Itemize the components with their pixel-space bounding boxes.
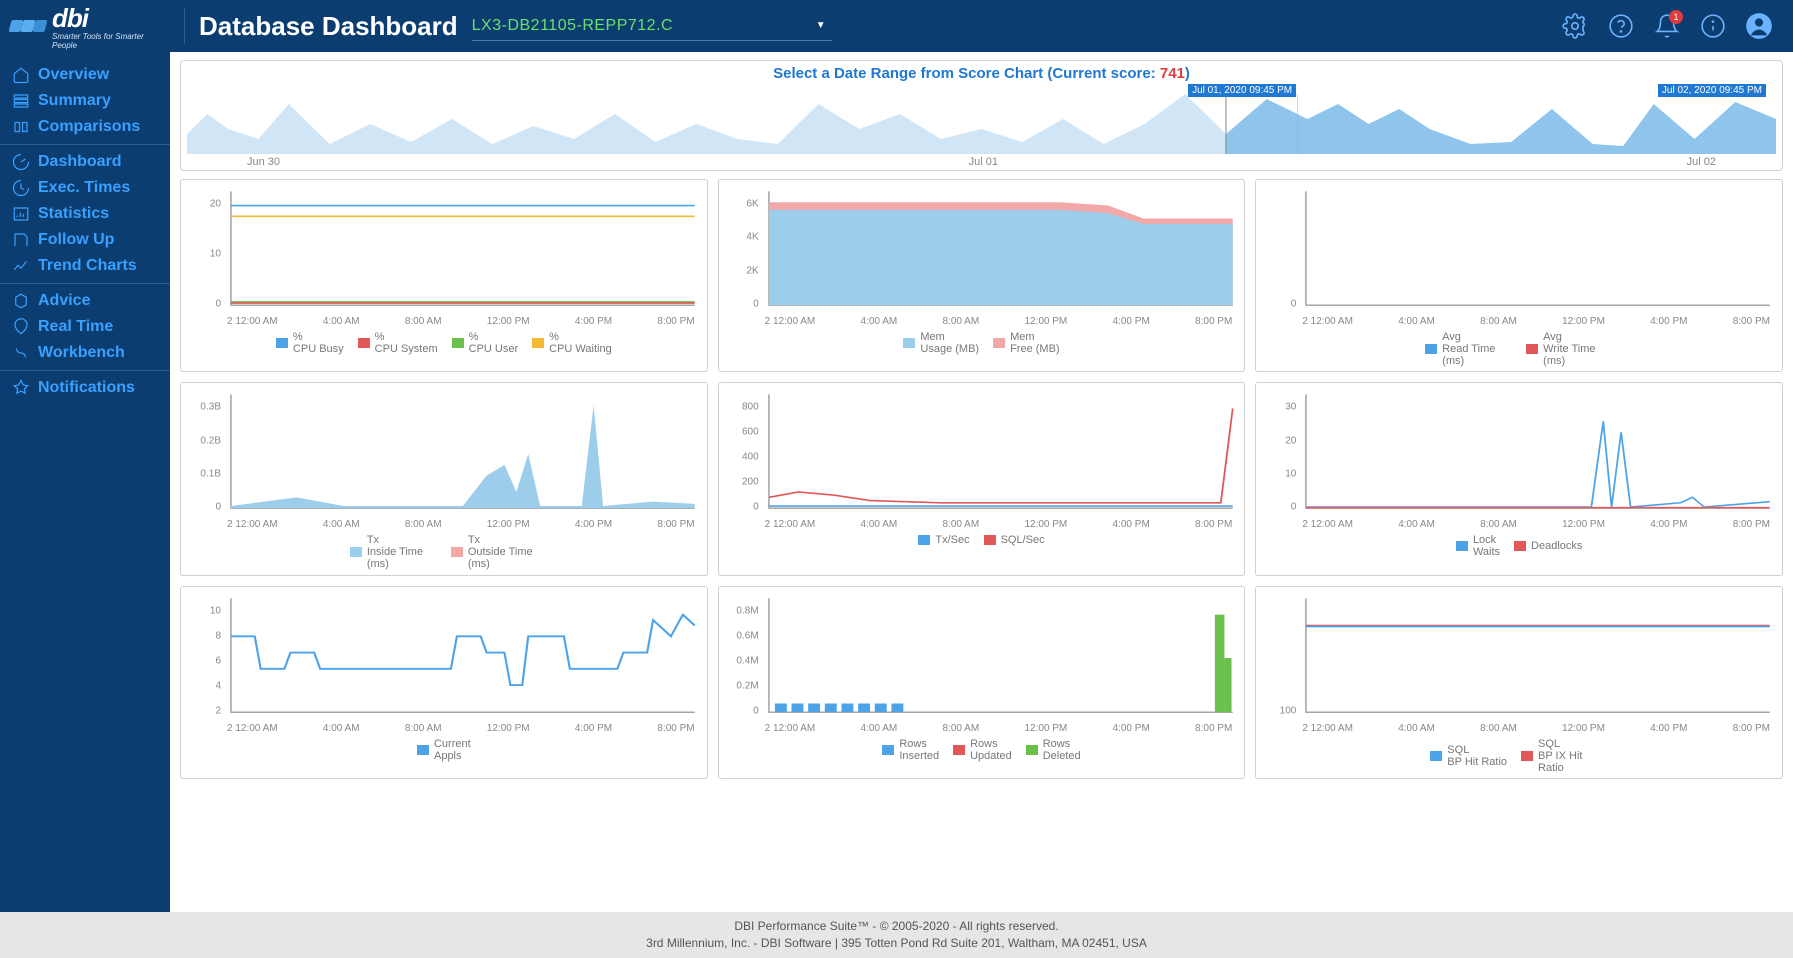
logo-text: dbi: [52, 3, 170, 34]
account-icon[interactable]: [1745, 12, 1773, 40]
main-content: Select a Date Range from Score Chart (Cu…: [170, 52, 1793, 912]
range-end-tag: Jul 02, 2020 09:45 PM: [1658, 84, 1766, 97]
chart-locks[interactable]: 01020302 12:00 AM4:00 AM8:00 AM12:00 PM4…: [1255, 382, 1783, 575]
database-selector[interactable]: LX3-DB21105-REPP712.C ▼: [472, 11, 832, 41]
score-chart-area[interactable]: Jul 01, 2020 09:45 PM Jul 02, 2020 09:45…: [187, 84, 1776, 154]
settings-icon[interactable]: [1561, 12, 1589, 40]
nav-icon: [12, 66, 30, 84]
page-title: Database Dashboard: [199, 11, 458, 42]
footer-line-2: 3rd Millennium, Inc. - DBI Software | 39…: [0, 935, 1793, 952]
nav-label: Dashboard: [38, 153, 122, 171]
sidebar-item-exec-times[interactable]: Exec. Times: [0, 175, 170, 201]
nav-label: Overview: [38, 66, 109, 84]
sidebar-item-summary[interactable]: Summary: [0, 88, 170, 114]
nav-icon: [12, 231, 30, 249]
chart-memory[interactable]: 02K4K6K2 12:00 AM4:00 AM8:00 AM12:00 PM4…: [718, 179, 1246, 372]
notifications-icon[interactable]: 1: [1653, 12, 1681, 40]
nav-icon: [12, 257, 30, 275]
topbar-actions: 1: [1561, 12, 1783, 40]
nav-label: Follow Up: [38, 231, 114, 249]
sidebar-item-notifications[interactable]: Notifications: [0, 375, 170, 401]
chart-tx-time[interactable]: 00.1B0.2B0.3B2 12:00 AM4:00 AM8:00 AM12:…: [180, 382, 708, 575]
chart-io-times[interactable]: 02 12:00 AM4:00 AM8:00 AM12:00 PM4:00 PM…: [1255, 179, 1783, 372]
nav-icon: [12, 118, 30, 136]
chart-grid: 010202 12:00 AM4:00 AM8:00 AM12:00 PM4:0…: [180, 179, 1783, 779]
nav-icon: [12, 318, 30, 336]
nav-label: Real Time: [38, 318, 113, 336]
info-icon[interactable]: [1699, 12, 1727, 40]
current-score: 741: [1160, 65, 1185, 82]
chart-tps[interactable]: 02004006008002 12:00 AM4:00 AM8:00 AM12:…: [718, 382, 1246, 575]
nav-label: Trend Charts: [38, 257, 137, 275]
sidebar: Overview Summary Comparisons Dashboard Exec.…: [0, 52, 170, 912]
sidebar-item-trend-charts[interactable]: Trend Charts: [0, 253, 170, 279]
chevron-down-icon: ▼: [816, 20, 826, 31]
score-chart-title: Select a Date Range from Score Chart (Cu…: [187, 65, 1776, 82]
range-start-tag: Jul 01, 2020 09:45 PM: [1188, 84, 1296, 97]
nav-icon: [12, 292, 30, 310]
nav-label: Workbench: [38, 344, 125, 362]
sidebar-item-overview[interactable]: Overview: [0, 62, 170, 88]
sidebar-item-real-time[interactable]: Real Time: [0, 314, 170, 340]
chart-bp-hit[interactable]: 1002 12:00 AM4:00 AM8:00 AM12:00 PM4:00 …: [1255, 586, 1783, 779]
nav-icon: [12, 153, 30, 171]
nav-icon: [12, 179, 30, 197]
nav-label: Statistics: [38, 205, 109, 223]
nav-icon: [12, 344, 30, 362]
chart-rows[interactable]: 00.2M0.4M0.6M0.8M2 12:00 AM4:00 AM8:00 A…: [718, 586, 1246, 779]
database-name: LX3-DB21105-REPP712.C: [472, 17, 673, 35]
logo-icon: [10, 20, 46, 32]
nav-label: Exec. Times: [38, 179, 130, 197]
footer: DBI Performance Suite™ - © 2005-2020 - A…: [0, 912, 1793, 958]
nav-label: Advice: [38, 292, 90, 310]
score-x-axis: Jun 30 Jul 01 Jul 02: [187, 156, 1776, 168]
nav-label: Comparisons: [38, 118, 140, 136]
sidebar-item-follow-up[interactable]: Follow Up: [0, 227, 170, 253]
sidebar-item-comparisons[interactable]: Comparisons: [0, 114, 170, 140]
sidebar-item-advice[interactable]: Advice: [0, 288, 170, 314]
help-icon[interactable]: [1607, 12, 1635, 40]
nav-label: Summary: [38, 92, 111, 110]
nav-icon: [12, 205, 30, 223]
chart-appls[interactable]: 2468102 12:00 AM4:00 AM8:00 AM12:00 PM4:…: [180, 586, 708, 779]
logo-subtitle: Smarter Tools for Smarter People: [52, 32, 170, 50]
sidebar-item-statistics[interactable]: Statistics: [0, 201, 170, 227]
notification-badge: 1: [1669, 10, 1683, 24]
score-chart-panel[interactable]: Select a Date Range from Score Chart (Cu…: [180, 60, 1783, 171]
footer-line-1: DBI Performance Suite™ - © 2005-2020 - A…: [0, 918, 1793, 935]
chart-cpu[interactable]: 010202 12:00 AM4:00 AM8:00 AM12:00 PM4:0…: [180, 179, 708, 372]
logo[interactable]: dbi Smarter Tools for Smarter People: [10, 3, 170, 50]
sidebar-item-workbench[interactable]: Workbench: [0, 340, 170, 366]
nav-icon: [12, 92, 30, 110]
nav-label: Notifications: [38, 379, 135, 397]
nav-icon: [12, 379, 30, 397]
divider: [184, 8, 185, 44]
topbar: dbi Smarter Tools for Smarter People Dat…: [0, 0, 1793, 52]
sidebar-item-dashboard[interactable]: Dashboard: [0, 149, 170, 175]
